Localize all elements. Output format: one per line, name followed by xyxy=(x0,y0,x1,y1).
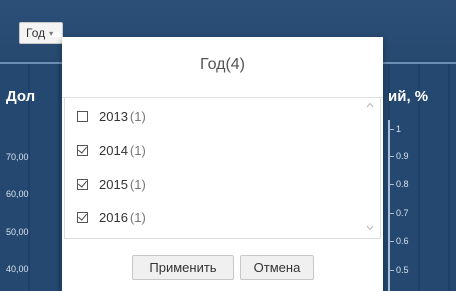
apply-button[interactable]: Применить xyxy=(132,255,234,280)
chart-title-left: Дол xyxy=(6,88,36,105)
right-axis-tick: 0.7 xyxy=(389,208,409,218)
left-axis-tick: 50,00 xyxy=(6,227,29,237)
right-axis-tick: 0.8 xyxy=(389,179,409,189)
year-option-count: (1) xyxy=(129,108,146,124)
year-option-count: (1) xyxy=(129,209,146,225)
popup-title-text: Год xyxy=(199,56,226,73)
year-options-list[interactable]: 2013 (1) 2014 (1) 2015 (1) 2016 (1) xyxy=(64,98,381,239)
year-option-2013[interactable]: 2013 (1) xyxy=(77,105,146,127)
year-option-count: (1) xyxy=(129,142,146,158)
popup-title: Год(4) xyxy=(62,56,383,74)
year-option-label: 2014 xyxy=(99,142,128,158)
checkbox[interactable] xyxy=(77,110,88,122)
year-option-label: 2015 xyxy=(99,176,128,192)
year-option-2015[interactable]: 2015 (1) xyxy=(77,173,146,195)
checkbox-checked[interactable] xyxy=(77,144,88,156)
cancel-button[interactable]: Отмена xyxy=(240,255,314,280)
year-option-count: (1) xyxy=(129,176,146,192)
chart-title-right: ий, % xyxy=(388,88,429,105)
right-axis-tick: 0.6 xyxy=(389,236,409,246)
left-axis-tick: 70,00 xyxy=(6,152,29,162)
list-scrollbar[interactable] xyxy=(366,100,374,235)
right-axis-tick: 1 xyxy=(389,124,401,134)
popup-title-count: (4) xyxy=(225,56,246,73)
checkbox-checked[interactable] xyxy=(77,211,88,223)
year-option-label: 2016 xyxy=(99,209,128,225)
left-axis-tick: 60,00 xyxy=(6,189,29,199)
chevron-up-icon[interactable] xyxy=(366,102,374,110)
chevron-down-icon[interactable] xyxy=(366,225,374,233)
year-option-label: 2013 xyxy=(99,108,128,124)
checkbox-checked[interactable] xyxy=(77,178,88,190)
year-filter-label: Год xyxy=(26,26,46,40)
right-axis-tick: 0.9 xyxy=(389,151,409,161)
right-axis-tick: 0.5 xyxy=(389,265,409,275)
left-axis-tick: 40,00 xyxy=(6,264,29,274)
year-option-2016[interactable]: 2016 (1) xyxy=(77,206,146,228)
year-option-2014[interactable]: 2014 (1) xyxy=(77,139,146,161)
year-filter-popup: Год(4) 2013 (1) 2014 (1) 2015 (1) 2016 (… xyxy=(62,37,383,291)
